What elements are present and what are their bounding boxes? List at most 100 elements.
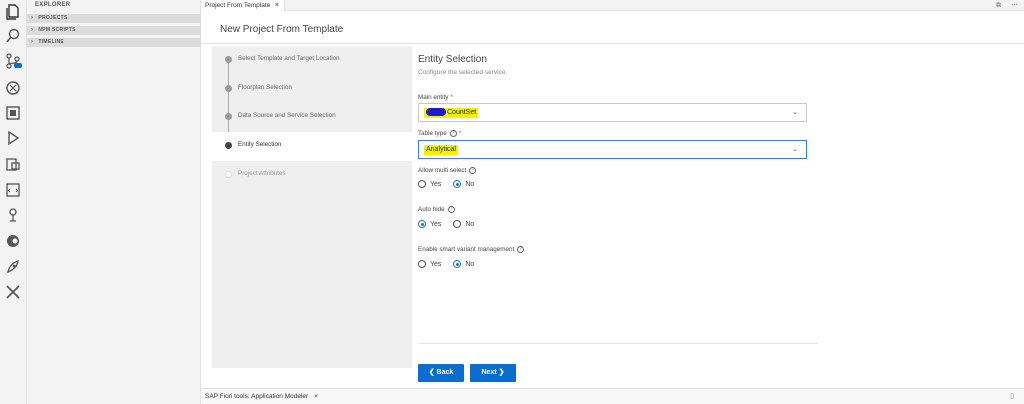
smart-variant-no[interactable]: No	[453, 260, 474, 268]
main-entity-value-text: CountSet	[447, 109, 477, 116]
rocket-icon[interactable]	[4, 258, 22, 276]
sidebar-title: EXPLORER	[35, 2, 71, 8]
xml-icon[interactable]	[4, 181, 22, 199]
bottom-tab-label: SAP Fiori tools: Application Modeler	[205, 393, 309, 400]
step-label: Select Template and Target Location	[238, 55, 340, 62]
toggle-icon[interactable]	[4, 232, 22, 250]
main-entity-label-text: Main entity	[418, 94, 449, 101]
auto-hide-radios: Yes No	[418, 220, 484, 230]
smart-variant-yes[interactable]: Yes	[418, 260, 441, 268]
chevron-right-icon: ›	[31, 15, 34, 21]
tab-application-modeler[interactable]: SAP Fiori tools: Application Modeler ×	[205, 393, 318, 400]
section-label: PROJECTS	[38, 15, 68, 21]
step-dot	[225, 85, 232, 92]
section-npm-scripts[interactable]: › NPM SCRIPTS	[27, 26, 201, 35]
step-dot	[225, 56, 232, 63]
step-select-template[interactable]: Select Template and Target Location	[212, 46, 412, 75]
footer-divider	[418, 343, 818, 344]
storyboard-icon[interactable]	[4, 155, 22, 173]
tab-actions: ⧉ ⋯	[988, 1, 1018, 10]
editor-tab-bar: Project From Template × ⧉ ⋯	[201, 0, 1024, 11]
explorer-sidebar: EXPLORER › PROJECTS › NPM SCRIPTS › TIMELIN…	[27, 0, 201, 404]
table-type-select[interactable]: Analytical ⌄	[418, 140, 807, 159]
main-entity-label: Main entity *	[418, 94, 453, 101]
radio-label: Yes	[430, 260, 442, 268]
section-timeline[interactable]: › TIMELINE	[27, 38, 201, 47]
section-projects[interactable]: › PROJECTS	[27, 14, 201, 23]
radio-label: No	[465, 260, 475, 268]
radio-label: No	[465, 180, 475, 188]
smart-variant-label: Enable smart variant management?	[418, 246, 525, 254]
editor-content: New Project From Template Select Templat…	[201, 11, 1024, 388]
step-entity-selection[interactable]: Entity Selection	[212, 132, 412, 161]
back-button[interactable]: ❮ Back	[418, 364, 464, 382]
help-icon[interactable]: ?	[449, 130, 457, 137]
required-marker: *	[458, 130, 462, 138]
radio-button[interactable]	[453, 180, 462, 188]
section-label: NPM SCRIPTS	[38, 27, 76, 33]
page-title: New Project From Template	[220, 24, 344, 35]
redaction-mark	[426, 108, 446, 117]
step-label: Data Source and Service Selection	[238, 112, 336, 119]
step-dot	[225, 113, 232, 120]
panel-layout-icon[interactable]: ▯	[1010, 392, 1014, 400]
help-icon[interactable]: ?	[517, 246, 525, 253]
step-floorplan[interactable]: Floorplan Selection	[212, 75, 412, 104]
radio-button[interactable]	[418, 220, 426, 228]
extensions-icon[interactable]	[4, 104, 22, 122]
step-project-attributes[interactable]: Project Attributes	[212, 161, 412, 190]
tab-label: Project From Template	[205, 2, 271, 9]
run-icon[interactable]	[4, 129, 22, 147]
allow-multi-select-label-text: Allow multi select	[418, 167, 467, 175]
main-entity-value: CountSet	[424, 108, 479, 118]
radio-label: Yes	[430, 220, 442, 228]
table-type-value: Analytical	[424, 145, 458, 155]
auto-hide-no[interactable]: No	[453, 220, 474, 228]
allow-multi-select-radios: Yes No	[418, 180, 484, 190]
allow-multi-select-yes[interactable]: Yes	[418, 180, 441, 188]
wizard-steps: Select Template and Target Location Floo…	[212, 46, 412, 368]
radio-button[interactable]	[453, 260, 462, 268]
tab-project-from-template[interactable]: Project From Template ×	[201, 0, 285, 11]
radio-button[interactable]	[418, 180, 426, 188]
search-icon[interactable]	[4, 27, 22, 45]
help-icon[interactable]: ?	[447, 206, 455, 213]
files-icon[interactable]	[4, 3, 22, 21]
chevron-right-icon: ›	[31, 27, 34, 33]
help-icon[interactable]: ?	[469, 167, 477, 174]
allow-multi-select-label: Allow multi select?	[418, 167, 477, 175]
form-title: Entity Selection	[418, 54, 487, 65]
step-dot	[225, 142, 232, 149]
table-type-label-text: Table type	[418, 130, 447, 138]
smart-variant-label-text: Enable smart variant management	[418, 246, 515, 254]
chevron-right-icon: ›	[31, 39, 34, 45]
radio-button[interactable]	[453, 220, 462, 228]
step-label: Project Attributes	[238, 170, 286, 177]
section-label: TIMELINE	[38, 39, 65, 45]
radio-label: Yes	[430, 180, 442, 188]
auto-hide-yes[interactable]: Yes	[418, 220, 441, 228]
chevron-down-icon: ⌄	[792, 146, 798, 153]
deploy-icon[interactable]	[4, 206, 22, 224]
tools-icon[interactable]	[4, 283, 22, 301]
smart-variant-radios: Yes No	[418, 260, 484, 270]
radio-label: No	[465, 220, 475, 228]
auto-hide-label-text: Auto hide	[418, 206, 445, 214]
allow-multi-select-no[interactable]: No	[453, 180, 474, 188]
bottom-panel: SAP Fiori tools: Application Modeler × ▯	[201, 388, 1024, 404]
required-marker: *	[450, 94, 453, 101]
more-actions-icon[interactable]: ⋯	[1011, 2, 1018, 9]
next-button[interactable]: Next ❯	[470, 364, 516, 382]
debug-icon[interactable]	[4, 79, 22, 97]
step-data-source[interactable]: Data Source and Service Selection	[212, 103, 412, 132]
main-entity-select[interactable]: CountSet ⌄	[418, 103, 807, 122]
form-subtitle: Configure the selected service.	[418, 69, 508, 76]
step-label: Entity Selection	[238, 141, 282, 148]
table-type-label: Table type? *	[418, 130, 461, 137]
radio-button[interactable]	[418, 260, 426, 268]
close-icon[interactable]: ×	[314, 393, 318, 400]
close-icon[interactable]: ×	[275, 0, 279, 11]
source-control-icon[interactable]	[4, 52, 22, 70]
split-editor-icon[interactable]: ⧉	[996, 2, 1001, 9]
step-dot	[225, 171, 232, 178]
